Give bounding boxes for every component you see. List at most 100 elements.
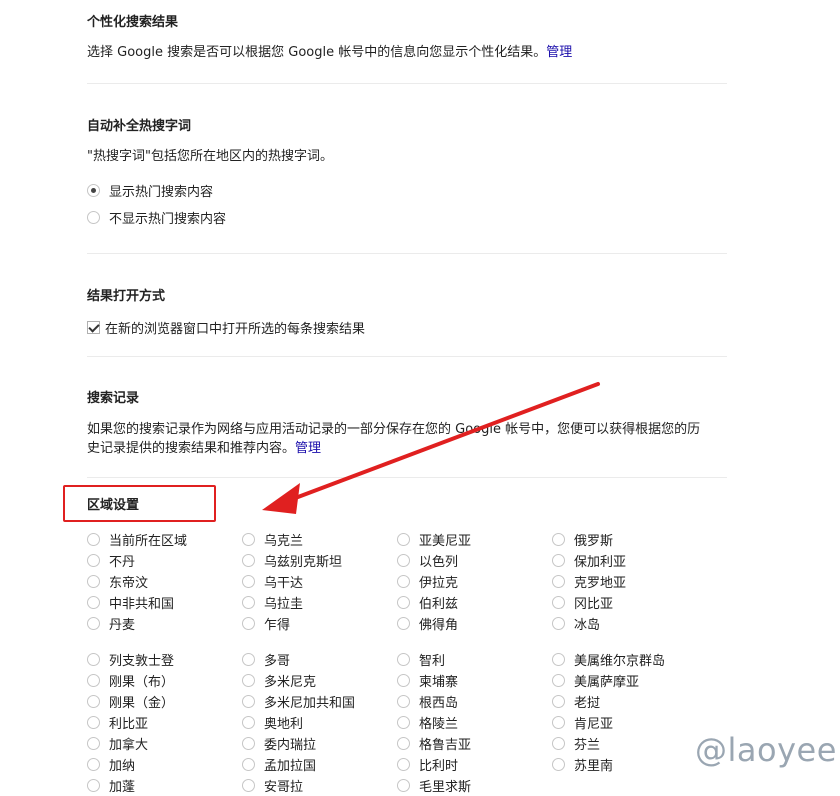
region-option[interactable]: 加拿大 — [87, 733, 242, 754]
region-radio-button[interactable] — [397, 533, 410, 546]
region-radio-button[interactable] — [397, 596, 410, 609]
region-option[interactable]: 乌干达 — [242, 571, 397, 592]
region-radio-button[interactable] — [242, 674, 255, 687]
radio-hide-trending[interactable]: 不显示热门搜索内容 — [87, 204, 226, 231]
region-option[interactable]: 美属萨摩亚 — [552, 670, 707, 691]
region-option[interactable]: 列支敦士登 — [87, 649, 242, 670]
region-option[interactable]: 乌克兰 — [242, 529, 397, 550]
region-option[interactable]: 苏里南 — [552, 754, 707, 775]
region-option[interactable]: 克罗地亚 — [552, 571, 707, 592]
open-new-window-option[interactable]: 在新的浏览器窗口中打开所选的每条搜索结果 — [87, 318, 365, 337]
region-option[interactable]: 丹麦 — [87, 613, 242, 634]
region-radio-button[interactable] — [242, 653, 255, 666]
region-radio-button[interactable] — [397, 737, 410, 750]
region-option[interactable]: 亚美尼亚 — [397, 529, 552, 550]
manage-history-link[interactable]: 管理 — [295, 441, 321, 456]
region-option[interactable]: 安哥拉 — [242, 775, 397, 796]
region-radio-button[interactable] — [87, 617, 100, 630]
region-option[interactable]: 刚果（布） — [87, 670, 242, 691]
region-radio-button[interactable] — [552, 695, 565, 708]
region-radio-button[interactable] — [552, 533, 565, 546]
region-radio-button[interactable] — [87, 596, 100, 609]
region-radio-button[interactable] — [87, 779, 100, 792]
region-radio-button[interactable] — [552, 575, 565, 588]
region-option[interactable]: 不丹 — [87, 550, 242, 571]
region-option[interactable]: 俄罗斯 — [552, 529, 707, 550]
region-option[interactable]: 美属维尔京群岛 — [552, 649, 707, 670]
region-radio-button[interactable] — [242, 575, 255, 588]
region-radio-button[interactable] — [242, 737, 255, 750]
region-radio-button[interactable] — [397, 674, 410, 687]
region-option[interactable]: 奥地利 — [242, 712, 397, 733]
region-option[interactable]: 利比亚 — [87, 712, 242, 733]
region-radio-button[interactable] — [87, 575, 100, 588]
region-radio-button[interactable] — [87, 737, 100, 750]
region-radio-button[interactable] — [397, 617, 410, 630]
region-option[interactable]: 伯利兹 — [397, 592, 552, 613]
region-option[interactable]: 冰岛 — [552, 613, 707, 634]
region-option[interactable]: 伊拉克 — [397, 571, 552, 592]
region-radio-button[interactable] — [242, 533, 255, 546]
region-radio-button[interactable] — [552, 737, 565, 750]
region-option[interactable]: 加纳 — [87, 754, 242, 775]
region-radio-button[interactable] — [242, 716, 255, 729]
region-radio-button[interactable] — [552, 674, 565, 687]
region-option[interactable]: 多米尼克 — [242, 670, 397, 691]
region-option[interactable]: 格陵兰 — [397, 712, 552, 733]
region-radio-button[interactable] — [242, 596, 255, 609]
region-option[interactable]: 毛里求斯 — [397, 775, 552, 796]
region-option[interactable]: 多米尼加共和国 — [242, 691, 397, 712]
region-radio-button[interactable] — [87, 533, 100, 546]
region-radio-button[interactable] — [242, 758, 255, 771]
region-option[interactable]: 格鲁吉亚 — [397, 733, 552, 754]
region-radio-button[interactable] — [552, 617, 565, 630]
region-option[interactable]: 智利 — [397, 649, 552, 670]
region-radio-button[interactable] — [87, 653, 100, 666]
region-option[interactable]: 东帝汶 — [87, 571, 242, 592]
radio-button-selected[interactable] — [87, 184, 100, 197]
region-radio-button[interactable] — [552, 653, 565, 666]
region-radio-button[interactable] — [87, 674, 100, 687]
region-radio-button[interactable] — [552, 596, 565, 609]
open-new-window-checkbox[interactable] — [87, 321, 100, 334]
region-option[interactable]: 乌兹别克斯坦 — [242, 550, 397, 571]
region-option[interactable]: 冈比亚 — [552, 592, 707, 613]
region-option[interactable]: 孟加拉国 — [242, 754, 397, 775]
region-radio-button[interactable] — [552, 554, 565, 567]
region-option[interactable]: 以色列 — [397, 550, 552, 571]
region-option[interactable]: 中非共和国 — [87, 592, 242, 613]
region-option[interactable]: 多哥 — [242, 649, 397, 670]
region-option[interactable]: 柬埔寨 — [397, 670, 552, 691]
region-radio-button[interactable] — [242, 617, 255, 630]
region-option[interactable]: 芬兰 — [552, 733, 707, 754]
region-radio-button[interactable] — [87, 695, 100, 708]
region-option[interactable]: 当前所在区域 — [87, 529, 242, 550]
region-radio-button[interactable] — [87, 716, 100, 729]
region-option[interactable]: 老挝 — [552, 691, 707, 712]
region-option[interactable]: 加蓬 — [87, 775, 242, 796]
region-option[interactable]: 比利时 — [397, 754, 552, 775]
region-radio-button[interactable] — [397, 695, 410, 708]
region-radio-button[interactable] — [397, 653, 410, 666]
region-option[interactable]: 委内瑞拉 — [242, 733, 397, 754]
region-option[interactable]: 乍得 — [242, 613, 397, 634]
region-option[interactable]: 根西岛 — [397, 691, 552, 712]
region-radio-button[interactable] — [87, 758, 100, 771]
region-radio-button[interactable] — [397, 758, 410, 771]
region-radio-button[interactable] — [397, 575, 410, 588]
region-radio-button[interactable] — [397, 554, 410, 567]
radio-button[interactable] — [87, 211, 100, 224]
region-option[interactable]: 肯尼亚 — [552, 712, 707, 733]
radio-show-trending[interactable]: 显示热门搜索内容 — [87, 177, 226, 204]
region-option[interactable]: 乌拉圭 — [242, 592, 397, 613]
region-radio-button[interactable] — [397, 716, 410, 729]
region-radio-button[interactable] — [552, 716, 565, 729]
region-radio-button[interactable] — [87, 554, 100, 567]
region-radio-button[interactable] — [242, 554, 255, 567]
region-option[interactable]: 佛得角 — [397, 613, 552, 634]
region-radio-button[interactable] — [242, 695, 255, 708]
region-option[interactable]: 刚果（金） — [87, 691, 242, 712]
region-radio-button[interactable] — [242, 779, 255, 792]
region-radio-button[interactable] — [397, 779, 410, 792]
region-radio-button[interactable] — [552, 758, 565, 771]
